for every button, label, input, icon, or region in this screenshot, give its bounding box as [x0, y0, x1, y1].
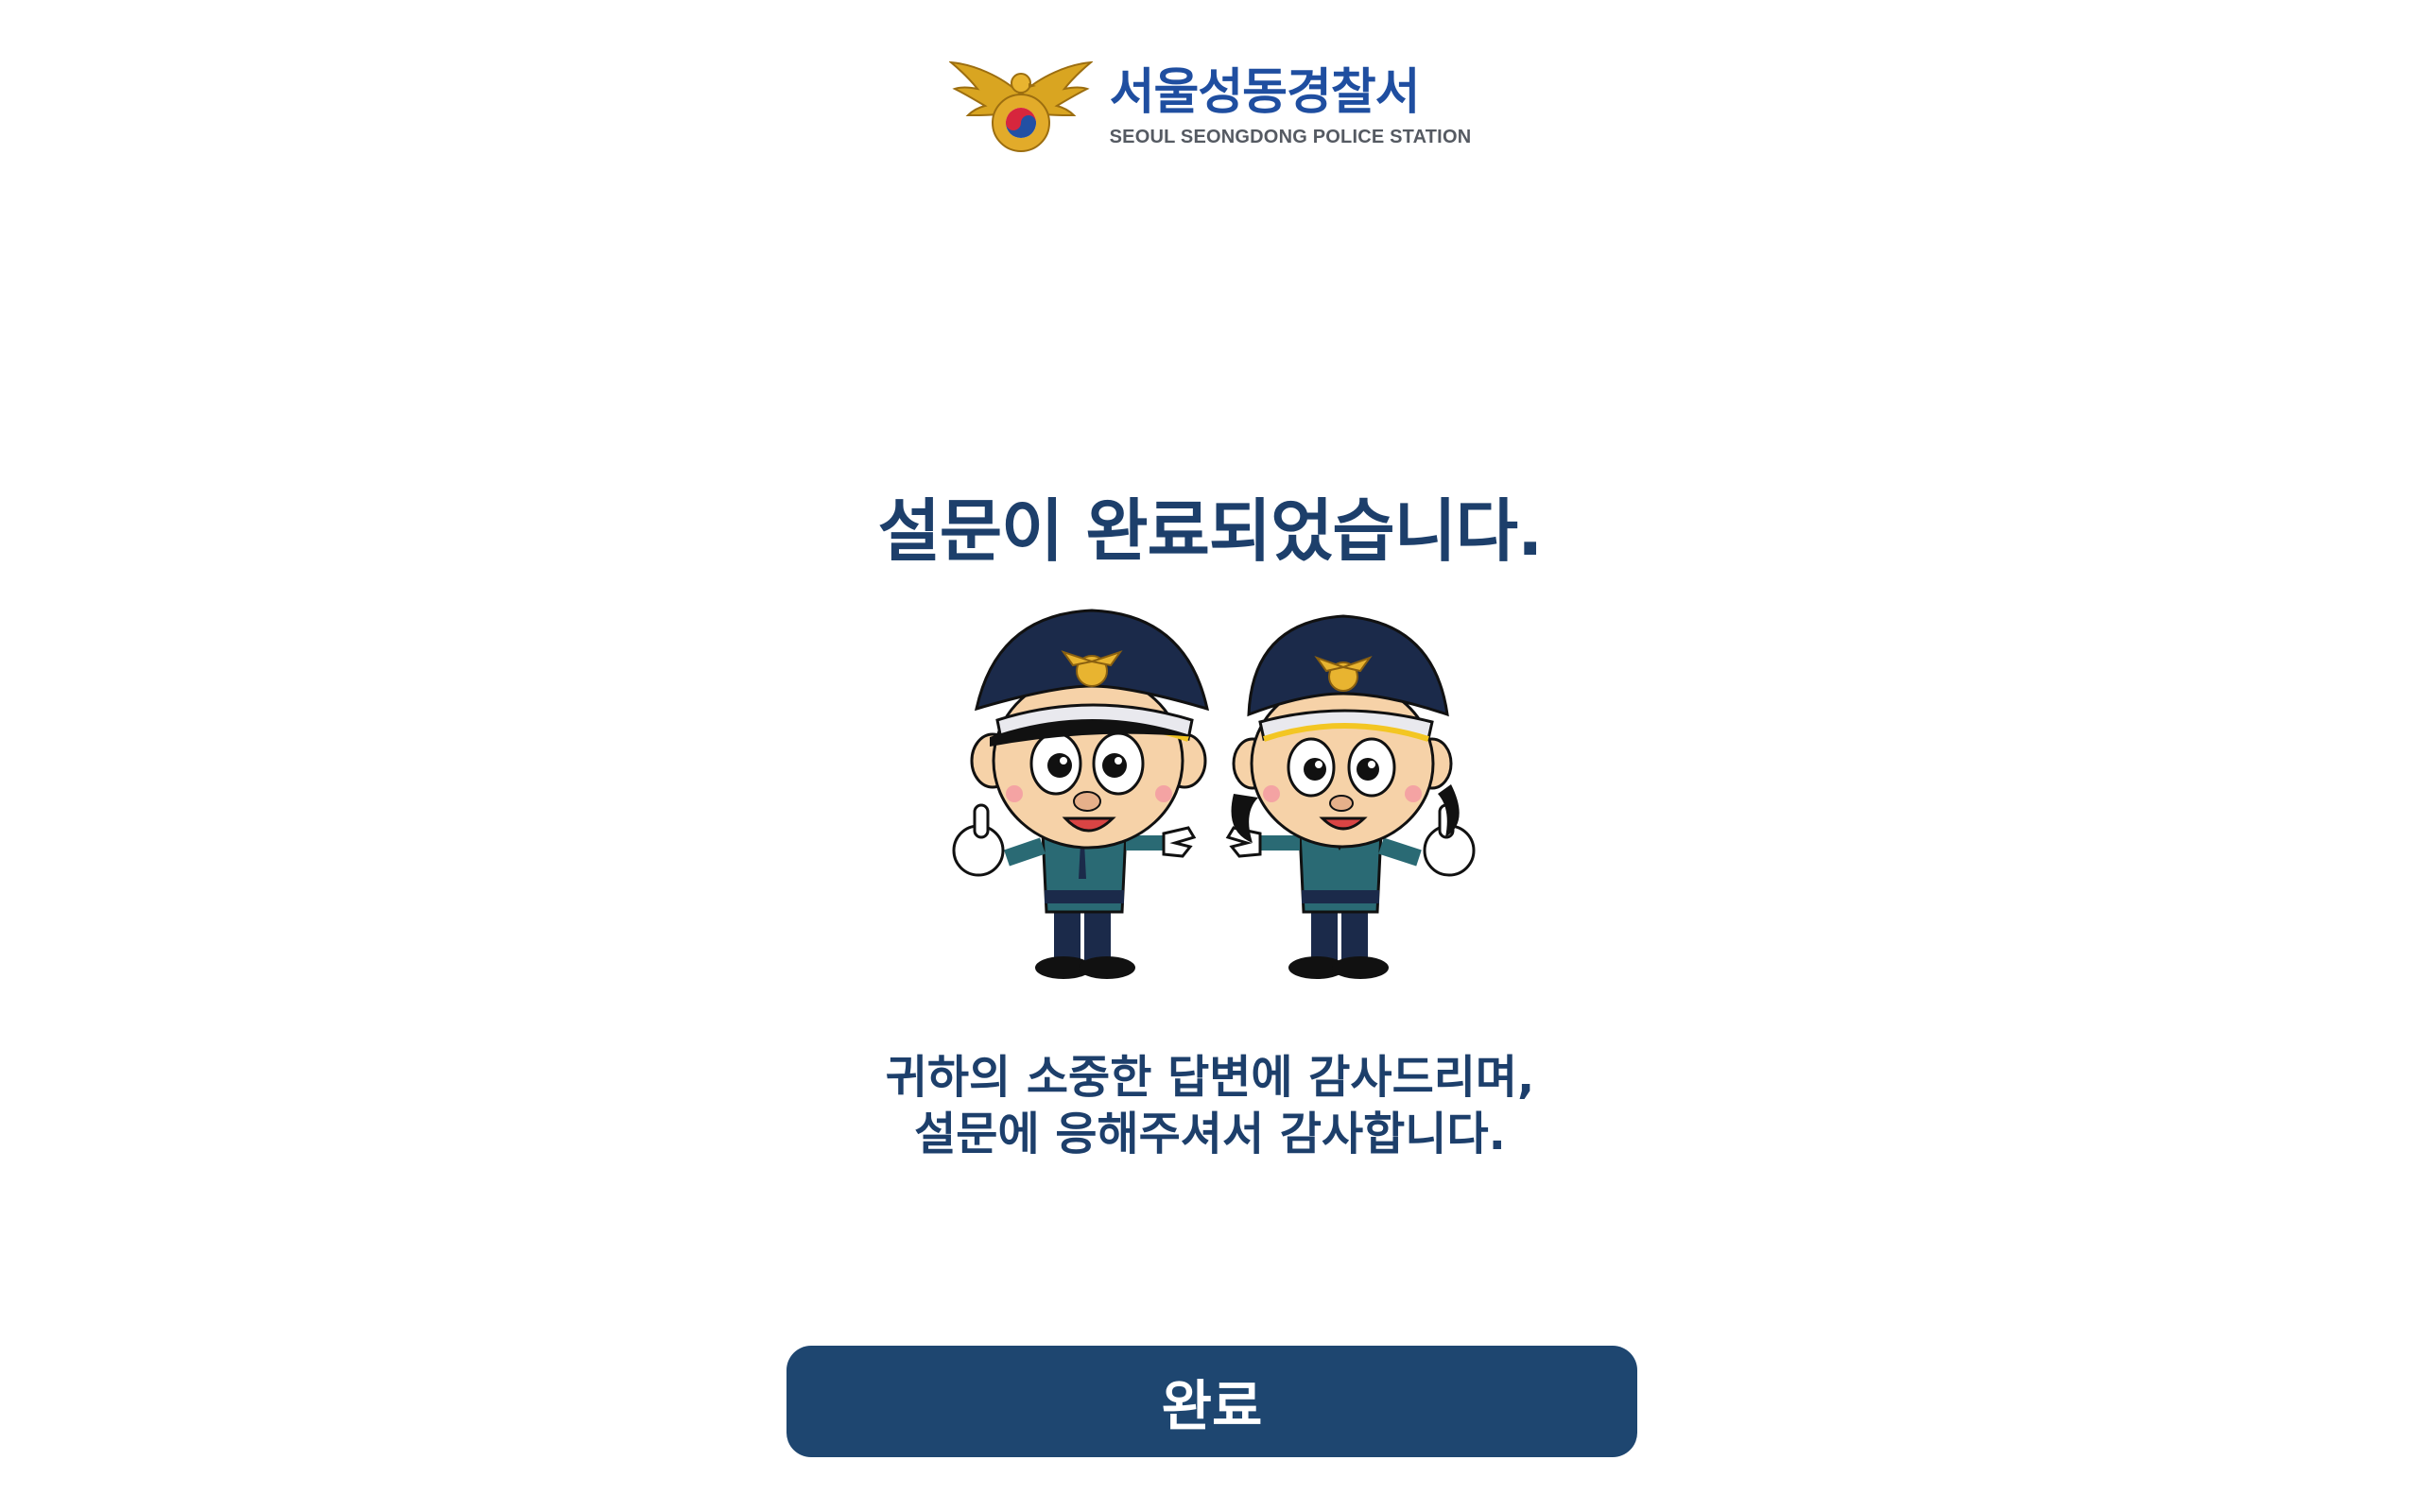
completion-title: 설문이 완료되었습니다.: [877, 491, 1544, 572]
left-mascot: [952, 609, 1210, 979]
station-name-korean: 서울성동경찰서: [1109, 63, 1421, 121]
thank-you-line-1: 귀하의 소중한 답변에 감사드리며,: [885, 1051, 1535, 1104]
right-mascot: [1225, 614, 1476, 979]
thank-you-line-2: 설문에 응해주셔서 감사합니다.: [914, 1108, 1506, 1160]
thank-you-message: 귀하의 소중한 답변에 감사드리며, 설문에 응해주셔서 감사합니다.: [0, 1049, 2420, 1162]
complete-button[interactable]: 완료: [786, 1346, 1637, 1457]
station-logo: 서울성동경찰서 SEOUL SEONGDONG POLICE STATION: [948, 57, 1472, 155]
header: 서울성동경찰서 SEOUL SEONGDONG POLICE STATION: [0, 57, 2420, 155]
station-name-english: SEOUL SEONGDONG POLICE STATION: [1109, 126, 1472, 147]
police-mascots-illustration: [952, 609, 1476, 979]
station-name: 서울성동경찰서 SEOUL SEONGDONG POLICE STATION: [1110, 64, 1472, 148]
police-emblem-icon: [948, 60, 1093, 152]
